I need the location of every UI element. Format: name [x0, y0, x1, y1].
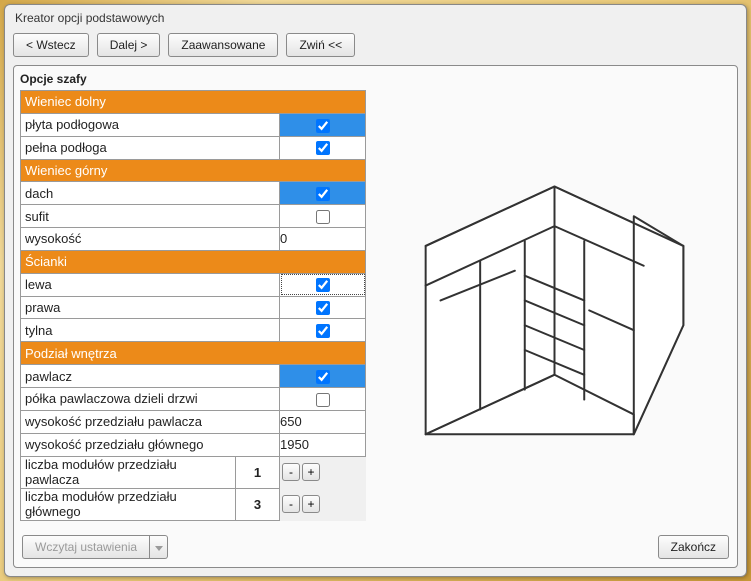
row-label: wysokość [21, 228, 280, 251]
row-label: płyta podłogowa [21, 113, 280, 136]
checkbox-cell[interactable] [280, 365, 366, 388]
table-row: pawlacz [21, 365, 366, 388]
table-row: wysokość przedziału głównego 1950 [21, 433, 366, 456]
wardrobe-preview-icon [386, 127, 723, 484]
collapse-button[interactable]: Zwiń << [286, 33, 355, 57]
checkbox-sufit[interactable] [316, 210, 330, 224]
group-header-wieniec-gorny: Wieniec górny [21, 159, 366, 182]
spinner-minus-button[interactable]: - [282, 495, 300, 513]
checkbox-dach[interactable] [316, 187, 330, 201]
spinner-value-glowny[interactable]: 3 [236, 488, 280, 520]
content-area: Wieniec dolny płyta podłogowa pełna podł… [14, 90, 737, 527]
checkbox-pelna-podloga[interactable] [316, 141, 330, 155]
row-label: liczba modułów przedziału głównego [21, 488, 236, 520]
finish-button[interactable]: Zakończ [658, 535, 729, 559]
row-label: tylna [21, 319, 280, 342]
next-button[interactable]: Dalej > [97, 33, 161, 57]
row-label: prawa [21, 296, 280, 319]
load-settings-button[interactable]: Wczytaj ustawienia [22, 535, 150, 559]
footer: Wczytaj ustawienia Zakończ [14, 527, 737, 567]
spinner-controls: - + [280, 495, 366, 513]
checkbox-prawa[interactable] [316, 301, 330, 315]
spinner-minus-button[interactable]: - [282, 463, 300, 481]
value-cell-wys-pawlacza[interactable]: 650 [280, 410, 366, 433]
row-label: sufit [21, 205, 280, 228]
checkbox-pawlacz[interactable] [316, 370, 330, 384]
group-header-podzial: Podział wnętrza [21, 342, 366, 365]
checkbox-polka-dzieli[interactable] [316, 393, 330, 407]
table-row: liczba modułów przedziału głównego 3 - + [21, 488, 366, 520]
group-header-wieniec-dolny: Wieniec dolny [21, 91, 366, 114]
checkbox-cell[interactable] [280, 182, 366, 205]
row-label: pełna podłoga [21, 136, 280, 159]
chevron-down-icon [155, 546, 163, 551]
value-cell-wysokosc[interactable]: 0 [280, 228, 366, 251]
table-row: liczba modułów przedziału pawlacza 1 - + [21, 456, 366, 488]
spinner-plus-button[interactable]: + [302, 463, 320, 481]
table-row: prawa [21, 296, 366, 319]
inner-panel: Opcje szafy Wieniec dolny płyta podłogow… [13, 65, 738, 568]
table-row: półka pawlaczowa dzieli drzwi [21, 387, 366, 410]
checkbox-cell[interactable] [280, 113, 366, 136]
options-grid: Wieniec dolny płyta podłogowa pełna podł… [20, 90, 366, 521]
table-row: lewa [21, 273, 366, 296]
value-cell-wys-glownego[interactable]: 1950 [280, 433, 366, 456]
spinner-controls: - + [280, 463, 366, 481]
window-title: Kreator opcji podstawowych [5, 5, 746, 29]
row-label: wysokość przedziału głównego [21, 433, 280, 456]
table-row: sufit [21, 205, 366, 228]
table-row: tylna [21, 319, 366, 342]
load-settings-dropdown-button[interactable] [150, 535, 168, 559]
back-button[interactable]: < Wstecz [13, 33, 89, 57]
toolbar: < Wstecz Dalej > Zaawansowane Zwiń << [5, 29, 746, 65]
row-label: pawlacz [21, 365, 280, 388]
advanced-button[interactable]: Zaawansowane [168, 33, 278, 57]
checkbox-plyta-podlogowa[interactable] [316, 119, 330, 133]
table-row: wysokość przedziału pawlacza 650 [21, 410, 366, 433]
table-row: dach [21, 182, 366, 205]
spinner-plus-button[interactable]: + [302, 495, 320, 513]
wizard-window: Kreator opcji podstawowych < Wstecz Dale… [4, 4, 747, 577]
checkbox-cell[interactable] [280, 387, 366, 410]
table-row: pełna podłoga [21, 136, 366, 159]
row-label: liczba modułów przedziału pawlacza [21, 456, 236, 488]
spinner-value-pawlacz[interactable]: 1 [236, 456, 280, 488]
load-settings-split-button: Wczytaj ustawienia [22, 535, 168, 559]
checkbox-cell[interactable] [280, 136, 366, 159]
preview-pane [378, 90, 731, 521]
checkbox-tylna[interactable] [316, 324, 330, 338]
checkbox-cell[interactable] [280, 319, 366, 342]
row-label: półka pawlaczowa dzieli drzwi [21, 387, 280, 410]
row-label: wysokość przedziału pawlacza [21, 410, 280, 433]
checkbox-lewa[interactable] [316, 278, 330, 292]
section-title: Opcje szafy [14, 66, 737, 90]
checkbox-cell[interactable] [280, 205, 366, 228]
checkbox-cell[interactable] [280, 273, 366, 296]
group-header-scianki: Ścianki [21, 250, 366, 273]
row-label: lewa [21, 273, 280, 296]
table-row: wysokość 0 [21, 228, 366, 251]
row-label: dach [21, 182, 280, 205]
table-row: płyta podłogowa [21, 113, 366, 136]
checkbox-cell[interactable] [280, 296, 366, 319]
